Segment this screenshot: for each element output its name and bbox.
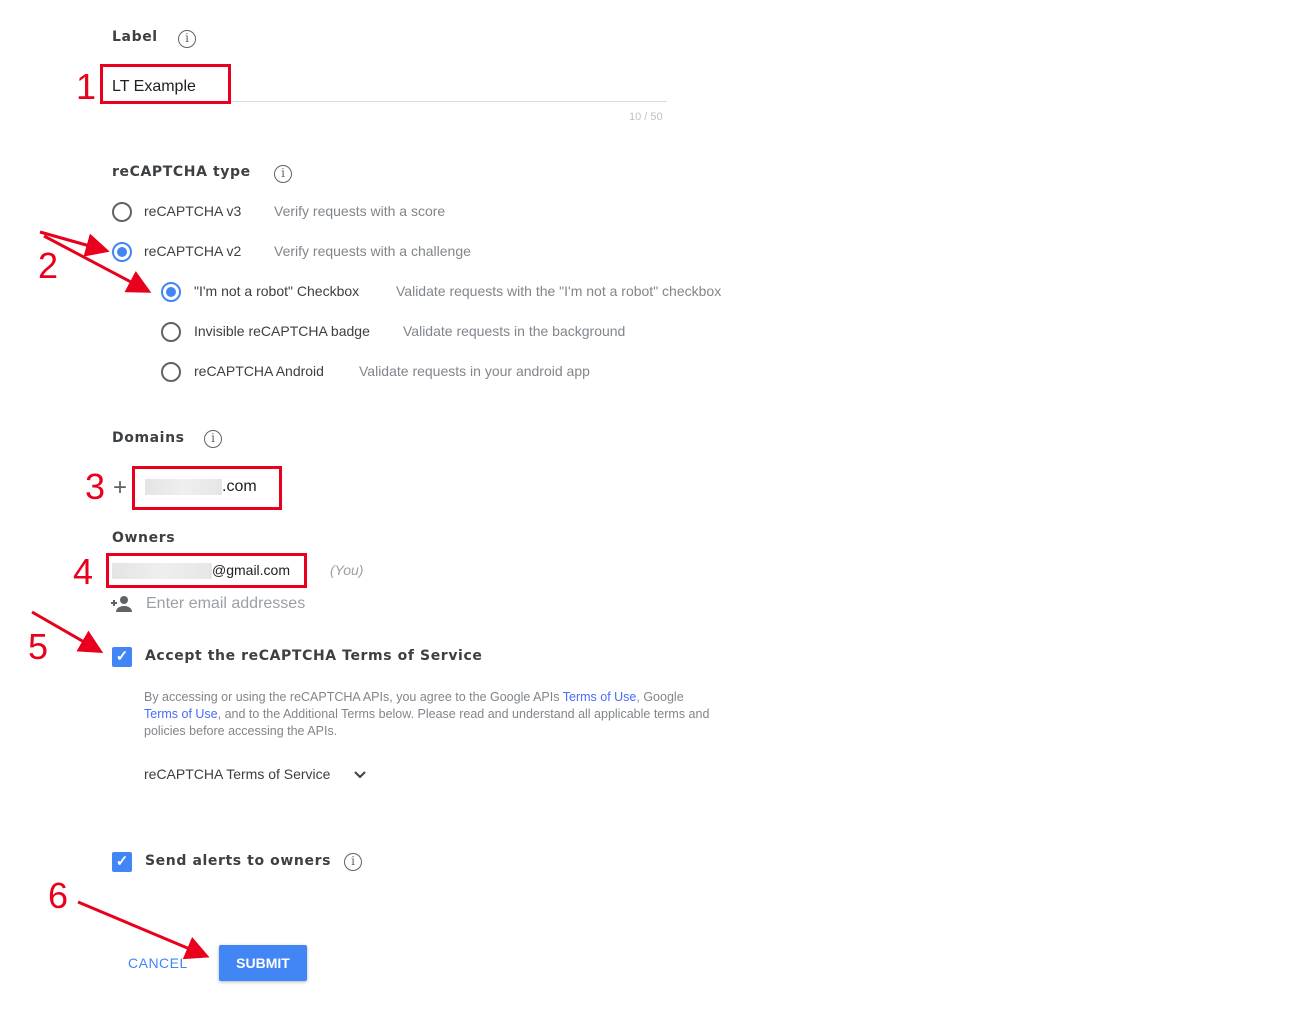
arrow bbox=[77, 900, 210, 960]
arrow bbox=[39, 230, 110, 257]
arrow bbox=[43, 234, 152, 293]
arrow bbox=[31, 610, 104, 653]
annotation-arrows bbox=[31, 230, 210, 960]
